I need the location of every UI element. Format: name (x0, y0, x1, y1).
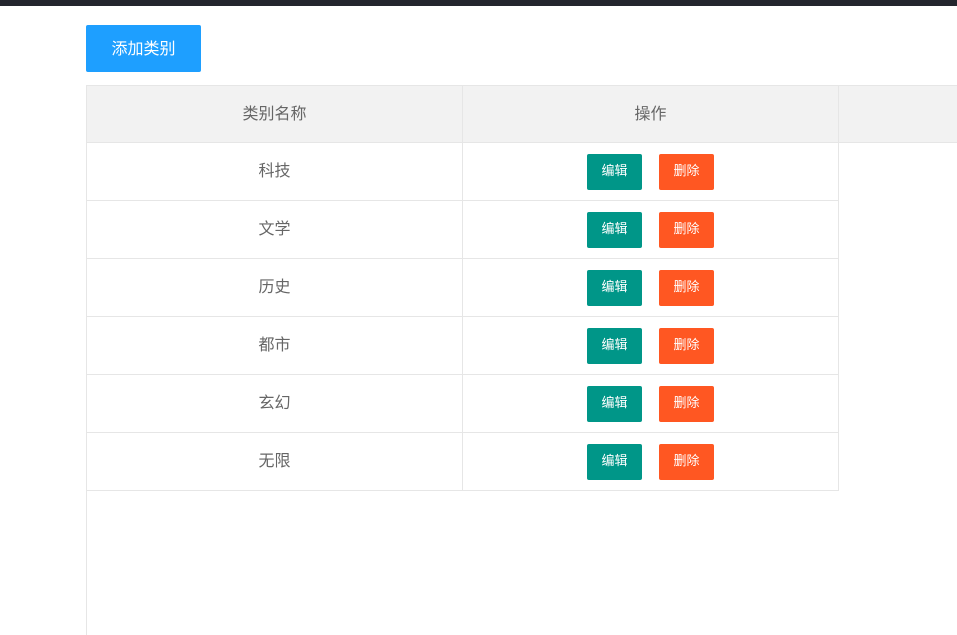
edit-button[interactable]: 编辑 (587, 386, 642, 422)
category-name-cell: 无限 (87, 433, 463, 490)
category-name-cell: 玄幻 (87, 375, 463, 432)
table-row: 文学 编辑 删除 (87, 201, 839, 259)
actions-cell: 编辑 删除 (463, 433, 839, 490)
actions-cell: 编辑 删除 (463, 259, 839, 316)
table-row: 历史 编辑 删除 (87, 259, 839, 317)
table-row: 科技 编辑 删除 (87, 143, 839, 201)
table-header: 类别名称 操作 (87, 85, 957, 143)
table-body: 科技 编辑 删除 文学 编辑 删除 历史 编辑 删除 都市 编辑 删除 玄幻 编… (87, 143, 839, 491)
column-header-category-name: 类别名称 (87, 86, 463, 143)
category-name-cell: 都市 (87, 317, 463, 374)
edit-button[interactable]: 编辑 (587, 212, 642, 248)
column-header-actions: 操作 (463, 86, 839, 143)
actions-cell: 编辑 删除 (463, 201, 839, 258)
category-table: 类别名称 操作 科技 编辑 删除 文学 编辑 删除 历史 编辑 删除 都市 编辑… (86, 85, 957, 635)
edit-button[interactable]: 编辑 (587, 444, 642, 480)
delete-button[interactable]: 删除 (659, 212, 714, 248)
delete-button[interactable]: 删除 (659, 154, 714, 190)
edit-button[interactable]: 编辑 (587, 328, 642, 364)
top-bar (0, 0, 957, 6)
category-name-cell: 文学 (87, 201, 463, 258)
table-row: 玄幻 编辑 删除 (87, 375, 839, 433)
actions-cell: 编辑 删除 (463, 375, 839, 432)
category-name-cell: 科技 (87, 143, 463, 200)
actions-cell: 编辑 删除 (463, 317, 839, 374)
table-row: 无限 编辑 删除 (87, 433, 839, 491)
actions-cell: 编辑 删除 (463, 143, 839, 200)
edit-button[interactable]: 编辑 (587, 154, 642, 190)
edit-button[interactable]: 编辑 (587, 270, 642, 306)
add-category-button[interactable]: 添加类别 (86, 25, 201, 72)
delete-button[interactable]: 删除 (659, 270, 714, 306)
category-name-cell: 历史 (87, 259, 463, 316)
delete-button[interactable]: 删除 (659, 386, 714, 422)
table-row: 都市 编辑 删除 (87, 317, 839, 375)
delete-button[interactable]: 删除 (659, 444, 714, 480)
delete-button[interactable]: 删除 (659, 328, 714, 364)
